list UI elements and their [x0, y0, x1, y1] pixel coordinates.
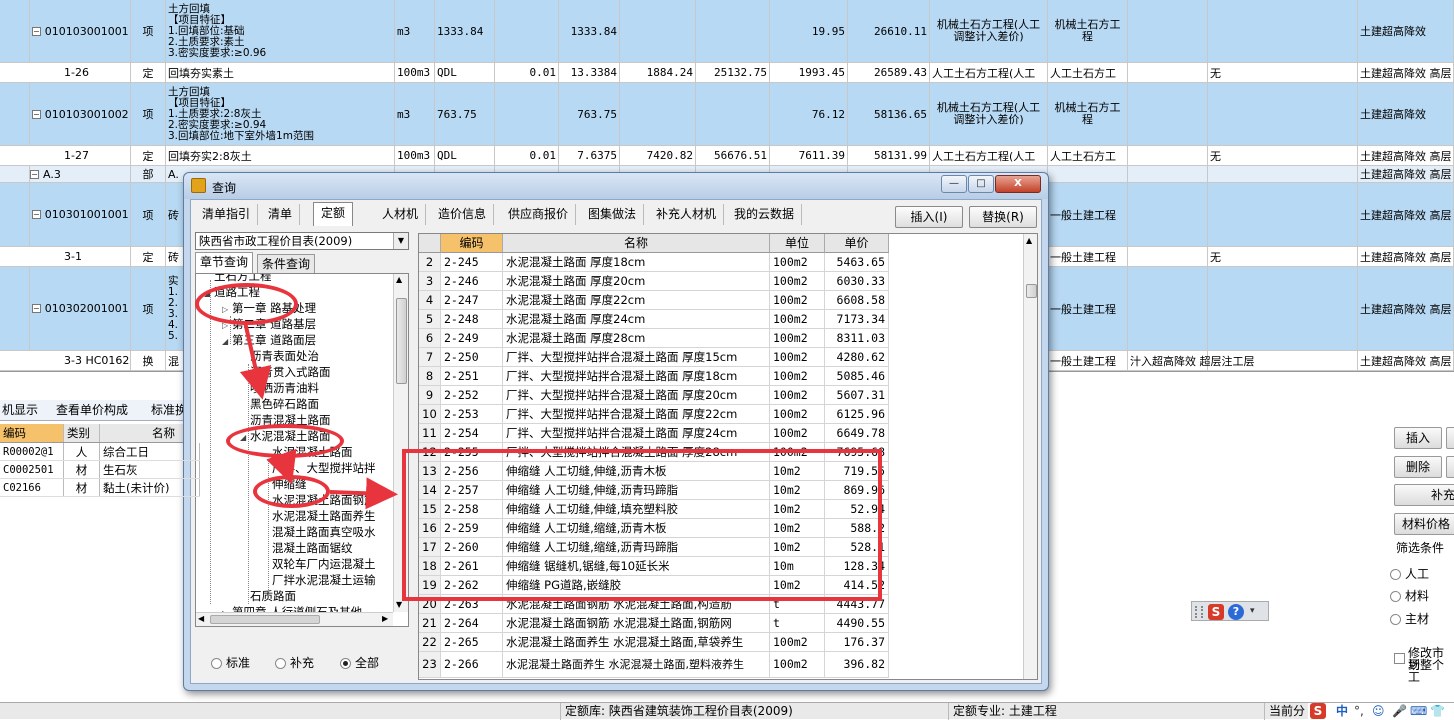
- arrow-road-to-concrete: [239, 321, 272, 400]
- resource-code: C02166: [0, 479, 64, 496]
- resource-code: R00002@1: [0, 443, 64, 460]
- annotation-arrows: [239, 321, 398, 510]
- resource-code: C0002501: [0, 461, 64, 478]
- resource-name: 综合工日: [100, 443, 200, 460]
- resource-row[interactable]: C0002501 材生石灰: [0, 461, 200, 479]
- arrow-concrete-to-joint: [266, 448, 297, 485]
- resource-cat: 材: [64, 461, 100, 478]
- arrow-joint-to-rows: [329, 477, 398, 510]
- resource-row[interactable]: C02166 材黏土(未计价): [0, 479, 200, 497]
- resource-name: 生石灰: [100, 461, 200, 478]
- resource-row[interactable]: R00002@1 人综合工日: [0, 443, 200, 461]
- resource-name: 黏土(未计价): [100, 479, 200, 496]
- resource-cat: 人: [64, 443, 100, 460]
- resource-cat: 材: [64, 479, 100, 496]
